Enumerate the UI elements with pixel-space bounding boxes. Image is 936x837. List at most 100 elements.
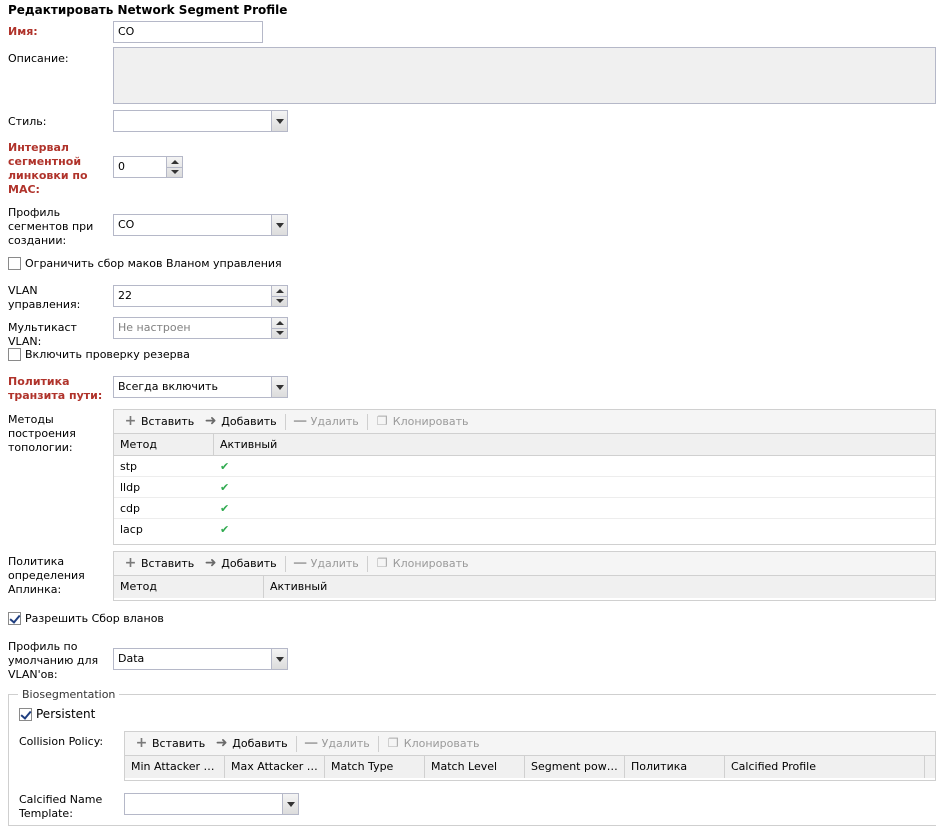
add-arrow-icon: ➜	[204, 413, 217, 429]
insert-button[interactable]: + Вставить	[131, 734, 209, 754]
copy-icon: ❐	[376, 414, 388, 428]
column-header[interactable]: Calcified Profile	[725, 756, 925, 778]
chevron-down-icon[interactable]	[271, 214, 288, 236]
chevron-down-icon[interactable]	[271, 110, 288, 132]
description-textarea[interactable]	[113, 47, 936, 104]
multicast-vlan-spinner[interactable]: Не настроен	[113, 317, 288, 339]
clone-label: Клонировать	[392, 557, 469, 570]
segment-profile-label: Профиль сегментов при создании:	[8, 206, 94, 247]
calcified-template-combo[interactable]	[124, 793, 299, 815]
column-header[interactable]: Match Level	[425, 756, 525, 778]
spin-up-icon[interactable]	[272, 318, 287, 328]
column-header[interactable]: Метод	[114, 434, 214, 455]
default-vlan-profile-label: Профиль по умолчанию для VLAN'ов:	[8, 640, 99, 681]
limit-macs-checkbox[interactable]: Ограничить сбор маков Вланом управления	[8, 257, 282, 270]
insert-label: Вставить	[141, 415, 195, 428]
clone-label: Клонировать	[392, 415, 469, 428]
name-input[interactable]: CO	[113, 21, 263, 43]
add-label: Добавить	[221, 557, 277, 570]
mac-interval-value: 0	[113, 156, 166, 178]
method-cell: lacp	[120, 523, 143, 536]
add-arrow-icon: ➜	[215, 735, 228, 751]
delete-button[interactable]: — Удалить	[301, 734, 374, 754]
add-label: Добавить	[232, 737, 288, 750]
reserve-check-checkbox[interactable]: Включить проверку резерва	[8, 348, 190, 361]
toolbar-divider	[366, 555, 368, 572]
checkbox-box[interactable]	[8, 348, 21, 361]
clone-button[interactable]: ❐ Клонировать	[372, 412, 473, 432]
grid-toolbar: + Вставить ➜ Добавить — Удалить ❐ Клонироват…	[114, 410, 935, 434]
spin-down-icon[interactable]	[272, 295, 287, 307]
spin-down-icon[interactable]	[167, 166, 182, 178]
method-cell: stp	[120, 460, 138, 473]
grid-header: Min Attacker Lvl Max Attacker Lvl Match …	[125, 756, 935, 778]
spin-down-icon[interactable]	[272, 327, 287, 339]
copy-icon: ❐	[387, 736, 399, 750]
grid-header: Метод Активный	[114, 576, 935, 598]
column-header[interactable]: Min Attacker Lvl	[125, 756, 225, 778]
add-button[interactable]: ➜ Добавить	[200, 412, 280, 432]
collision-policy-label: Collision Policy:	[19, 735, 104, 748]
insert-button[interactable]: + Вставить	[120, 554, 198, 574]
toolbar-divider	[284, 555, 286, 572]
persistent-label: Persistent	[36, 707, 96, 721]
check-icon: ✔	[220, 460, 230, 473]
clone-label: Клонировать	[403, 737, 480, 750]
column-header[interactable]: Match Type	[325, 756, 425, 778]
insert-label: Вставить	[152, 737, 206, 750]
mgmt-vlan-spinner[interactable]: 22	[113, 285, 288, 307]
style-value	[113, 110, 271, 132]
column-header[interactable]: Активный	[264, 576, 935, 598]
checkbox-box[interactable]	[19, 707, 32, 721]
add-button[interactable]: ➜ Добавить	[211, 734, 291, 754]
add-arrow-icon: ➜	[204, 555, 217, 571]
clone-button[interactable]: ❐ Клонировать	[383, 734, 484, 754]
plus-icon: +	[135, 735, 148, 751]
add-button[interactable]: ➜ Добавить	[200, 554, 280, 574]
clone-button[interactable]: ❐ Клонировать	[372, 554, 473, 574]
chevron-down-icon[interactable]	[282, 793, 299, 815]
plus-icon: +	[124, 555, 137, 571]
mgmt-vlan-label: VLAN управления:	[8, 284, 81, 311]
column-header[interactable]: Segment power...	[525, 756, 625, 778]
method-cell: cdp	[120, 502, 141, 515]
minus-icon: —	[293, 413, 308, 429]
chevron-down-icon[interactable]	[271, 648, 288, 670]
persistent-checkbox[interactable]: Persistent	[19, 707, 95, 721]
chevron-down-icon[interactable]	[271, 376, 288, 398]
check-icon: ✔	[220, 481, 230, 494]
reserve-check-label: Включить проверку резерва	[25, 348, 190, 361]
description-label: Описание:	[8, 52, 69, 65]
table-row[interactable]: lacp ✔	[114, 519, 935, 540]
default-vlan-profile-combo[interactable]: Data	[113, 648, 288, 670]
toolbar-divider	[377, 735, 379, 752]
transit-policy-combo[interactable]: Всегда включить	[113, 376, 288, 398]
biosegmentation-legend: Biosegmentation	[18, 688, 120, 701]
checkbox-box[interactable]	[8, 257, 21, 270]
spin-up-icon[interactable]	[272, 286, 287, 296]
table-row[interactable]: lldp ✔	[114, 477, 935, 498]
grid-header: Метод Активный	[114, 434, 935, 456]
allow-vlans-label: Разрешить Сбор вланов	[25, 612, 164, 625]
check-icon: ✔	[220, 523, 230, 536]
table-row[interactable]: cdp ✔	[114, 498, 935, 519]
column-header[interactable]: Max Attacker Lvl	[225, 756, 325, 778]
mac-interval-spinner[interactable]: 0	[113, 156, 183, 178]
column-header[interactable]: Политика	[625, 756, 725, 778]
spin-up-icon[interactable]	[167, 157, 182, 167]
delete-button[interactable]: — Удалить	[290, 412, 363, 432]
delete-label: Удалить	[310, 415, 359, 428]
delete-button[interactable]: — Удалить	[290, 554, 363, 574]
column-header[interactable]: Активный	[214, 434, 935, 455]
transit-policy-label: Политика транзита пути:	[8, 375, 103, 402]
topology-grid: + Вставить ➜ Добавить — Удалить ❐ Клонироват…	[113, 409, 936, 545]
style-combo[interactable]	[113, 110, 288, 132]
table-row[interactable]: stp ✔	[114, 456, 935, 477]
insert-button[interactable]: + Вставить	[120, 412, 198, 432]
checkbox-box[interactable]	[8, 612, 21, 625]
column-header[interactable]: Метод	[114, 576, 264, 598]
multicast-vlan-label: Мультикаст VLAN:	[8, 321, 77, 348]
allow-vlans-checkbox[interactable]: Разрешить Сбор вланов	[8, 612, 164, 625]
segment-profile-combo[interactable]: CO	[113, 214, 288, 236]
toolbar-divider	[295, 735, 297, 752]
